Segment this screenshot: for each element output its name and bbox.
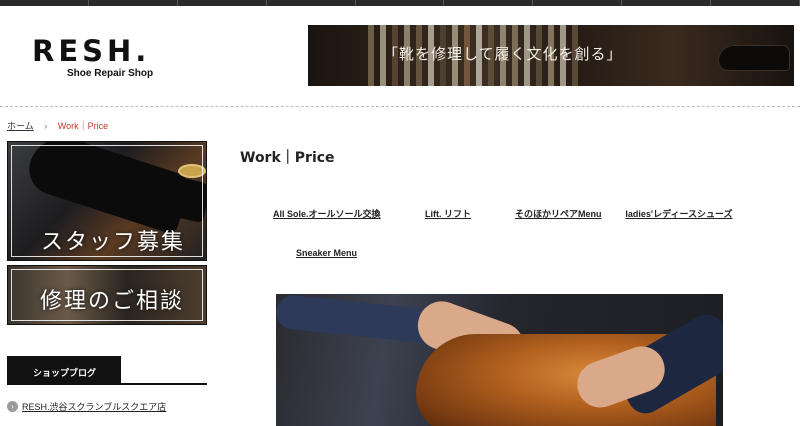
logo-tagline: Shoe Repair Shop bbox=[67, 68, 154, 79]
top-nav-bar bbox=[0, 0, 800, 6]
breadcrumb-current: Work｜Price bbox=[57, 121, 109, 131]
repair-consultation-label: 修理のご相談 bbox=[40, 289, 185, 314]
shop-blog-tab[interactable]: ショップブログ bbox=[7, 356, 121, 383]
menu-ladies-link[interactable]: ladies'レディースシューズ bbox=[625, 207, 733, 222]
staff-recruitment-label: スタッフ募集 bbox=[41, 230, 186, 255]
breadcrumb: ホーム › Work｜Price bbox=[7, 119, 108, 132]
chevron-right-circle-icon: › bbox=[7, 401, 18, 412]
main-repair-photo bbox=[276, 294, 723, 426]
site-logo[interactable]: RESH. Shoe Repair Shop bbox=[32, 36, 197, 79]
hero-caption: 「靴を修理して履く文化を創る」 bbox=[383, 45, 623, 63]
staff-recruitment-banner[interactable]: スタッフ募集 bbox=[7, 141, 207, 261]
breadcrumb-home-link[interactable]: ホーム bbox=[7, 121, 34, 131]
header-divider bbox=[0, 106, 800, 107]
repair-consultation-banner[interactable]: 修理のご相談 bbox=[7, 265, 207, 325]
page-title: Work｜Price bbox=[240, 150, 335, 166]
shop-blog-rule bbox=[7, 383, 207, 385]
hero-shoe-image bbox=[718, 45, 790, 71]
menu-sneaker-link[interactable]: Sneaker Menu bbox=[296, 248, 357, 258]
menu-lift-link[interactable]: Lift. リフト bbox=[425, 207, 471, 220]
blog-item-link[interactable]: RESH.渋谷スクランブルスクエア店 bbox=[22, 400, 166, 413]
blog-list-item[interactable]: › RESH.渋谷スクランブルスクエア店 bbox=[7, 400, 166, 413]
menu-all-sole-link[interactable]: All Sole.オールソール交換 bbox=[273, 207, 381, 220]
breadcrumb-separator: › bbox=[44, 121, 48, 131]
menu-other-repair-link[interactable]: そのほかリペアMenu bbox=[515, 207, 602, 220]
hero-banner: 「靴を修理して履く文化を創る」 bbox=[308, 25, 794, 86]
logo-wordmark: RESH. bbox=[32, 34, 151, 68]
